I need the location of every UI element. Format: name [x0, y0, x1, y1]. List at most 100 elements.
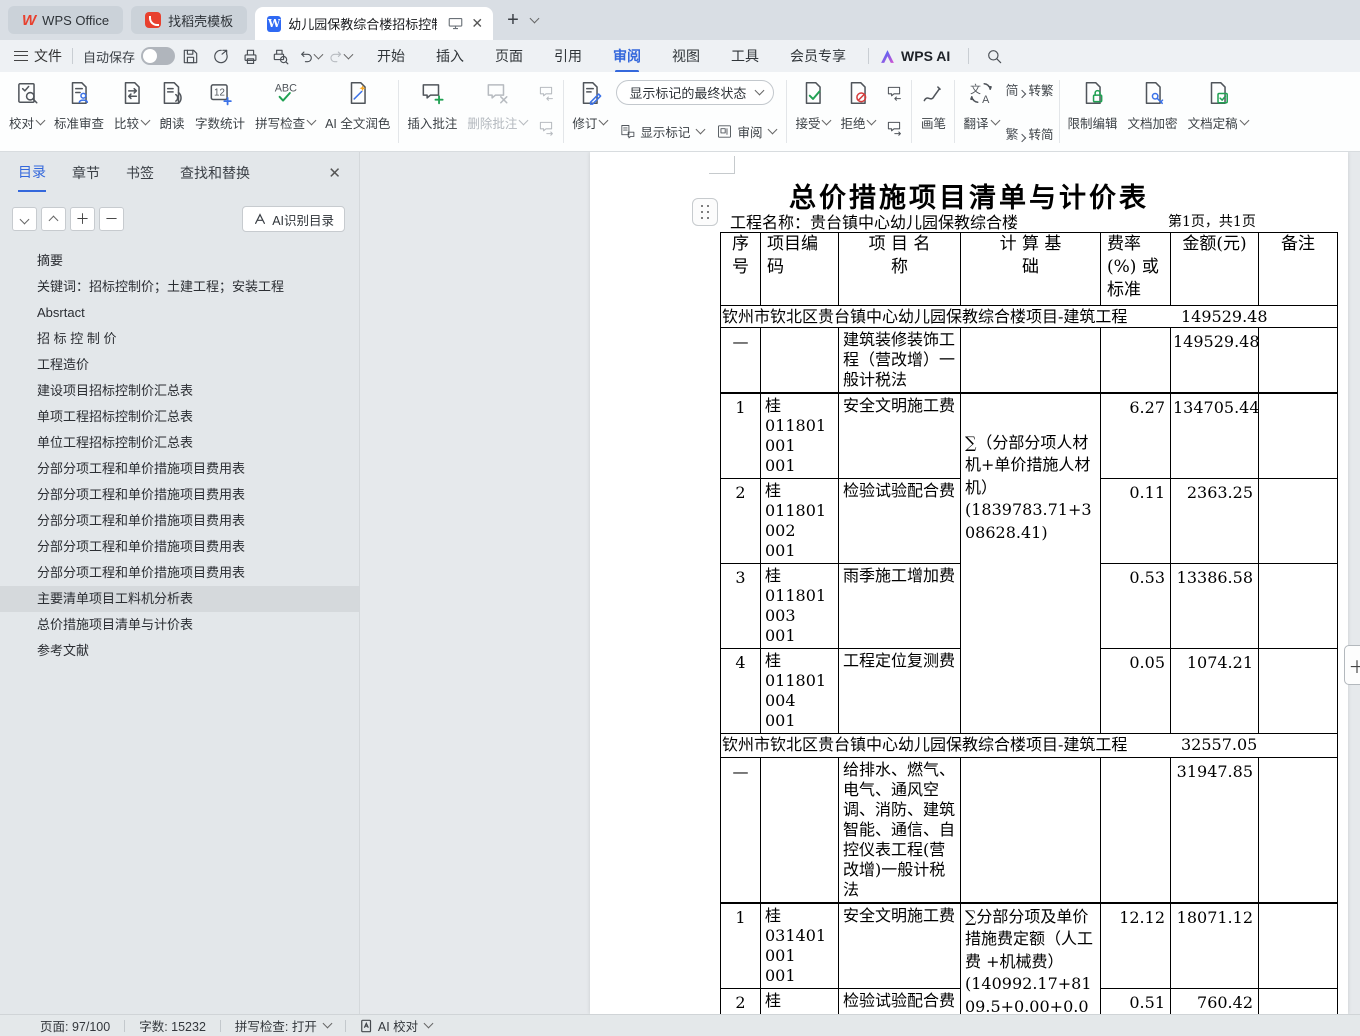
compare-button[interactable]: 比较 — [109, 72, 154, 151]
show-markup-icon — [621, 125, 635, 139]
toc-item[interactable]: 分部分项工程和单价措施项目费用表 — [0, 534, 359, 560]
menu-tab-review[interactable]: 审阅 — [613, 41, 641, 73]
restrict-editing-button[interactable]: 限制编辑 — [1063, 72, 1123, 151]
word-count-button[interactable]: 12 字数统计 — [190, 72, 250, 151]
standard-review-button[interactable]: 标准审查 — [49, 72, 109, 151]
next-change-button[interactable] — [882, 117, 906, 139]
finalize-document-button[interactable]: 文档定稿 — [1183, 72, 1253, 151]
search-button[interactable] — [982, 44, 1006, 68]
tab-list-chevron-icon[interactable] — [529, 13, 540, 23]
print-button[interactable] — [238, 44, 262, 68]
translate-button[interactable]: 文A 翻译 — [958, 72, 1003, 151]
track-changes-button[interactable]: 修订 — [567, 72, 612, 151]
ai-proofread-indicator[interactable]: AI 校对 — [360, 1016, 434, 1035]
document-page[interactable]: 总价措施项目清单与计价表 工程名称：贵台镇中心幼儿园保教综合楼 第1页，共1页 … — [590, 152, 1348, 1014]
menu-tab-tools[interactable]: 工具 — [731, 41, 759, 71]
cell-name: 建筑装修装饰工程（营改增）一般计税法 — [838, 327, 961, 394]
reject-button[interactable]: 拒绝 — [835, 72, 880, 151]
toc-item[interactable]: 分部分项工程和单价措施项目费用表 — [0, 560, 359, 586]
toc-item[interactable]: 参考文献 — [0, 638, 359, 664]
toc-item[interactable]: 分部分项工程和单价措施项目费用表 — [0, 482, 359, 508]
header-no: 序 号 — [720, 232, 761, 306]
menu-tabs: 开始 插入 页面 引用 审阅 视图 工具 会员专享 — [377, 41, 846, 73]
ink-pen-button[interactable]: 画笔 — [915, 72, 951, 151]
cell-remark — [1258, 392, 1338, 479]
menu-tab-insert[interactable]: 插入 — [436, 41, 464, 71]
redo-button[interactable] — [328, 44, 354, 68]
menu-tab-member[interactable]: 会员专享 — [790, 41, 846, 71]
to-traditional-button[interactable]: 简 转繁 — [1006, 80, 1054, 99]
table-row: 1 桂 011801001 001 安全文明施工费 ∑（分部分项人材机+单价措施… — [720, 392, 1338, 734]
cell-name: 检验试验配合费 — [838, 478, 961, 564]
quick-add-button[interactable]: ＋ — [1344, 645, 1360, 685]
toc-item[interactable]: 摘要 — [0, 248, 359, 274]
menu-tab-reference[interactable]: 引用 — [554, 41, 582, 71]
print-preview-button[interactable] — [268, 44, 292, 68]
encrypt-document-button[interactable]: 文档加密 — [1123, 72, 1183, 151]
undo-button[interactable] — [298, 44, 324, 68]
toc-item[interactable]: 分部分项工程和单价措施项目费用表 — [0, 508, 359, 534]
toc-item[interactable]: Absrtact — [0, 300, 359, 326]
toc-item[interactable]: 建设项目招标控制价汇总表 — [0, 378, 359, 404]
previous-comment-button[interactable] — [534, 82, 558, 104]
tab-wps-home[interactable]: W WPS Office — [8, 6, 124, 34]
page-indicator[interactable]: 页面: 97/100 — [40, 1016, 110, 1035]
toc-item[interactable]: 单项工程招标控制价汇总表 — [0, 404, 359, 430]
menu-tab-view[interactable]: 视图 — [672, 41, 700, 71]
word-count-indicator[interactable]: 字数: 15232 — [139, 1016, 206, 1035]
next-comment-button[interactable] — [534, 117, 558, 139]
document-canvas[interactable]: 总价措施项目清单与计价表 工程名称：贵台镇中心幼儿园保教综合楼 第1页，共1页 … — [360, 152, 1360, 1014]
sidebar-tab-contents[interactable]: 目录 — [18, 162, 46, 192]
review-pane-button[interactable]: 审阅 — [713, 120, 779, 143]
export-button[interactable] — [208, 44, 232, 68]
monitor-icon[interactable] — [448, 17, 463, 30]
toc-item[interactable]: 总价措施项目清单与计价表 — [0, 612, 359, 638]
table-header-row: 序 号 项目编 码 项 目 名 称 计 算 基 础 费率 (%) 或 标准 金额… — [720, 232, 1338, 306]
delete-comment-button[interactable]: 删除批注 — [462, 72, 532, 151]
new-tab-button[interactable]: + — [507, 9, 519, 32]
docer-icon — [145, 12, 162, 28]
previous-change-button[interactable] — [882, 82, 906, 104]
tab-document-active[interactable]: W 幼儿园保教综合楼招标控制价 ✕ — [255, 7, 494, 40]
to-simplified-button[interactable]: 繁 转简 — [1006, 124, 1054, 143]
toc-item[interactable]: 关键词：招标控制价；土建工程；安装工程 — [0, 274, 359, 300]
wps-ai-button[interactable]: WPS AI — [879, 48, 950, 65]
translate-icon: 文A — [970, 82, 992, 106]
ai-recognize-toc-button[interactable]: AI识别目录 — [242, 206, 345, 232]
cell-code: 桂 011801002 001 — [760, 478, 839, 564]
expand-all-button[interactable] — [12, 207, 37, 231]
ai-polish-button[interactable]: AI 全文润色 — [320, 72, 395, 151]
tab-docer-templates[interactable]: 找稻壳模板 — [131, 6, 248, 34]
spell-check-button[interactable]: ABC 拼写检查 — [250, 72, 320, 151]
toc-item[interactable]: 招 标 控 制 价 — [0, 326, 359, 352]
autosave-toggle[interactable] — [141, 47, 176, 65]
measures-pricing-table[interactable]: 序 号 项目编 码 项 目 名 称 计 算 基 础 费率 (%) 或 标准 金额… — [720, 232, 1338, 1014]
accept-button[interactable]: 接受 — [790, 72, 835, 151]
menu-tab-page[interactable]: 页面 — [495, 41, 523, 71]
toc-item[interactable]: 分部分项工程和单价措施项目费用表 — [0, 456, 359, 482]
zoom-in-toc-button[interactable]: ＋ — [70, 207, 95, 231]
show-markup-button[interactable]: 显示标记 — [616, 120, 707, 143]
toc-item[interactable]: 工程造价 — [0, 352, 359, 378]
save-button[interactable] — [178, 44, 202, 68]
proofread-button[interactable]: 校对 — [4, 72, 49, 151]
redo-chevron-icon[interactable] — [343, 49, 354, 59]
undo-chevron-icon[interactable] — [313, 49, 324, 59]
sidebar-tab-sections[interactable]: 章节 — [72, 163, 100, 191]
collapse-all-button[interactable] — [41, 207, 66, 231]
sidebar-tab-bookmarks[interactable]: 书签 — [126, 163, 154, 191]
word-count-icon: 12 — [210, 84, 232, 106]
toc-item-active[interactable]: 主要清单项目工料机分析表 — [0, 586, 359, 612]
close-sidebar-icon[interactable]: ✕ — [328, 164, 341, 190]
close-tab-icon[interactable]: ✕ — [471, 17, 483, 31]
insert-comment-button[interactable]: 插入批注 — [402, 72, 462, 151]
zoom-out-toc-button[interactable]: － — [99, 207, 124, 231]
read-aloud-button[interactable]: 朗读 — [154, 72, 190, 151]
toc-item[interactable]: 单位工程招标控制价汇总表 — [0, 430, 359, 456]
previous-change-icon — [888, 86, 902, 101]
spellcheck-indicator[interactable]: 拼写检查: 打开 — [235, 1016, 333, 1035]
menu-tab-home[interactable]: 开始 — [377, 41, 405, 71]
file-menu-button[interactable]: 文件 — [14, 46, 62, 66]
sidebar-tab-find-replace[interactable]: 查找和替换 — [180, 163, 250, 191]
markup-state-dropdown[interactable]: 显示标记的最终状态 — [616, 80, 775, 105]
